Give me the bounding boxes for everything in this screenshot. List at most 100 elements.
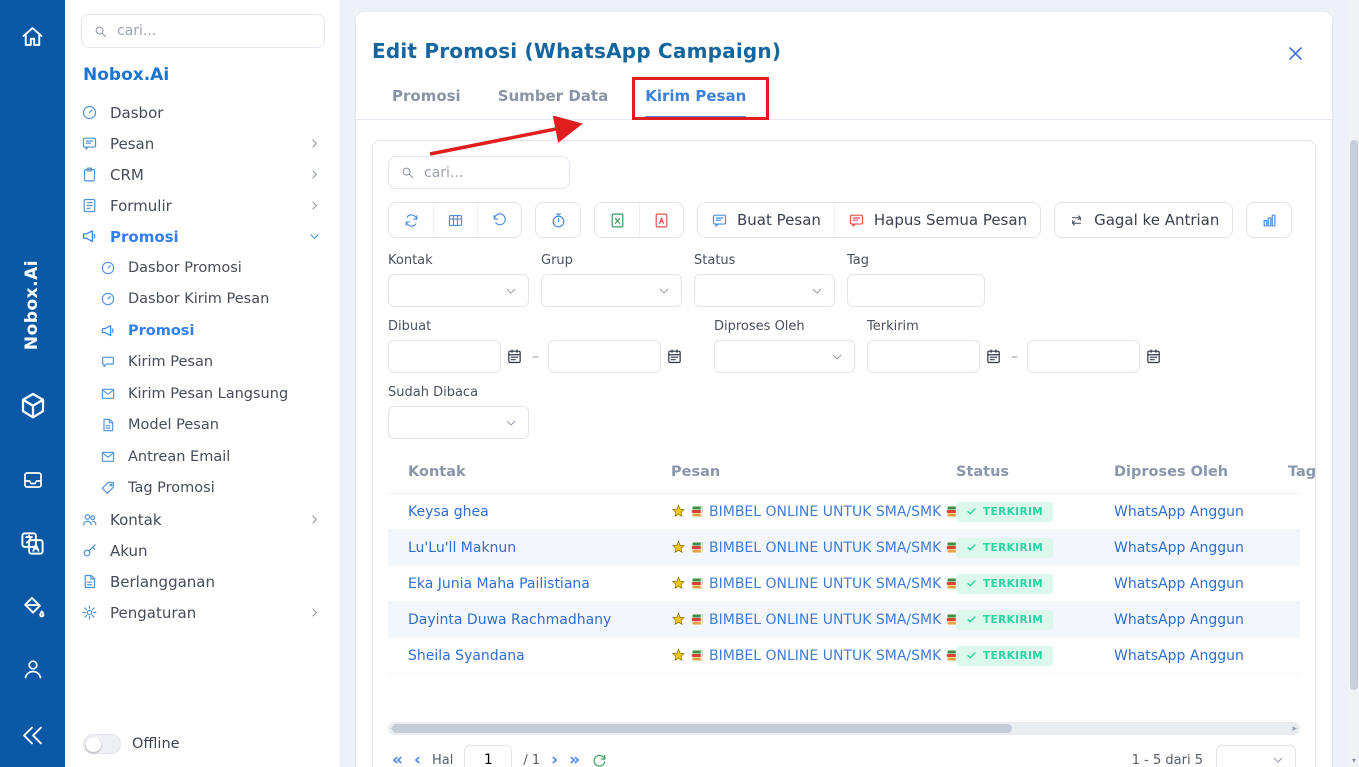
export-excel-button[interactable]	[595, 203, 639, 237]
processed-by-link[interactable]: WhatsApp Anggun	[1114, 576, 1288, 592]
tab-kirim-pesan[interactable]: Kirim Pesan	[645, 87, 746, 119]
next-page-button[interactable]: ›	[551, 752, 558, 767]
horizontal-scrollbar-thumb[interactable]	[392, 724, 1012, 733]
scheduler-button[interactable]	[536, 203, 580, 237]
message-cell[interactable]: BIMBEL ONLINE UNTUK SMA/SMK...	[671, 612, 956, 628]
key-icon	[81, 542, 98, 559]
column-header: Tag	[1288, 464, 1316, 480]
sidebar-item-pesan[interactable]: Pesan	[81, 128, 325, 159]
vertical-scrollbar-thumb[interactable]	[1350, 140, 1358, 690]
filter-tag-input[interactable]	[847, 274, 985, 307]
gagal-ke-antrian-button[interactable]: Gagal ke Antrian	[1055, 203, 1232, 237]
table-row[interactable]: Lu'Lu'll MaknunBIMBEL ONLINE UNTUK SMA/S…	[388, 530, 1300, 566]
sidebar-item-crm[interactable]: CRM	[81, 159, 325, 190]
filter-sudah-dibaca-select[interactable]	[388, 406, 529, 439]
columns-button[interactable]	[433, 203, 477, 237]
scroll-right-arrow[interactable]: ▸	[1292, 722, 1297, 735]
message-cell[interactable]: BIMBEL ONLINE UNTUK SMA/SMK...	[671, 504, 956, 520]
submenu-item-dasbor-kirim-pesan[interactable]: Dasbor Kirim Pesan	[81, 284, 325, 316]
page-number-input[interactable]	[464, 745, 512, 767]
reload-icon[interactable]	[591, 752, 608, 767]
nobox-logo-icon	[0, 390, 65, 422]
table-search-input[interactable]	[424, 165, 558, 181]
last-page-button[interactable]: »	[569, 752, 580, 767]
first-page-button[interactable]: «	[392, 752, 403, 767]
paint-bucket-icon[interactable]	[0, 594, 65, 621]
hapus-semua-pesan-button[interactable]: Hapus Semua Pesan	[834, 203, 1040, 237]
terkirim-from-input[interactable]	[867, 340, 980, 373]
table-row[interactable]: Dayinta Duwa RachmadhanyBIMBEL ONLINE UN…	[388, 602, 1300, 638]
submenu-item-tag-promosi[interactable]: Tag Promosi	[81, 473, 325, 505]
sidebar-item-dasbor[interactable]: Dasbor	[81, 97, 325, 128]
status-badge: TERKIRIM	[956, 610, 1053, 630]
message-cell[interactable]: BIMBEL ONLINE UNTUK SMA/SMK...	[671, 648, 956, 664]
column-header: Status	[956, 464, 1114, 480]
processed-by-link[interactable]: WhatsApp Anggun	[1114, 612, 1288, 628]
hapus-semua-label: Hapus Semua Pesan	[874, 211, 1027, 229]
horizontal-scrollbar[interactable]: ◂ ▸	[388, 722, 1300, 735]
reset-button[interactable]	[477, 203, 521, 237]
offline-toggle[interactable]	[83, 734, 121, 754]
submenu-item-antrean-email[interactable]: Antrean Email	[81, 441, 325, 473]
refresh-button[interactable]	[389, 203, 433, 237]
doc-icon	[81, 573, 98, 590]
submenu-item-model-pesan[interactable]: Model Pesan	[81, 410, 325, 442]
sidebar-item-formulir[interactable]: Formulir	[81, 190, 325, 221]
processed-by-link[interactable]: WhatsApp Anggun	[1114, 648, 1288, 664]
sidebar-search[interactable]	[81, 14, 325, 48]
filter-grup-select[interactable]	[541, 274, 682, 307]
export-pdf-button[interactable]	[639, 203, 683, 237]
submenu-item-dasbor-promosi[interactable]: Dasbor Promosi	[81, 252, 325, 284]
table-row[interactable]: Keysa gheaBIMBEL ONLINE UNTUK SMA/SMK...…	[388, 494, 1300, 530]
sidebar-item-akun[interactable]: Akun	[81, 535, 325, 566]
message-cell[interactable]: BIMBEL ONLINE UNTUK SMA/SMK...	[671, 540, 956, 556]
inbox-icon[interactable]	[0, 468, 65, 492]
translate-icon[interactable]	[0, 530, 65, 557]
buat-pesan-button[interactable]: Buat Pesan	[698, 203, 834, 237]
dibuat-from-input[interactable]	[388, 340, 501, 373]
calendar-icon[interactable]	[506, 348, 523, 365]
terkirim-to-input[interactable]	[1027, 340, 1140, 373]
filter-status-select[interactable]	[694, 274, 835, 307]
contact-link[interactable]: Sheila Syandana	[408, 648, 671, 664]
submenu-item-kirim-pesan[interactable]: Kirim Pesan	[81, 347, 325, 379]
sidebar-search-input[interactable]	[117, 23, 313, 39]
brand-logo-text: Nobox.Ai	[83, 65, 325, 85]
submenu-item-kirim-pesan-langsung[interactable]: Kirim Pesan Langsung	[81, 378, 325, 410]
contact-link[interactable]: Keysa ghea	[408, 504, 671, 520]
sidebar-item-berlangganan[interactable]: Berlangganan	[81, 566, 325, 597]
filter-kontak-select[interactable]	[388, 274, 529, 307]
scroll-down-arrow[interactable]: ▾	[1349, 756, 1359, 765]
filter-diproses-oleh-select[interactable]	[714, 340, 855, 373]
statistics-button[interactable]	[1247, 203, 1291, 237]
sidebar-item-promosi[interactable]: Promosi	[81, 221, 325, 252]
vertical-scrollbar[interactable]: ▾	[1349, 0, 1359, 767]
contact-link[interactable]: Lu'Lu'll Maknun	[408, 540, 671, 556]
processed-by-link[interactable]: WhatsApp Anggun	[1114, 540, 1288, 556]
prev-page-button[interactable]: ‹	[414, 752, 421, 767]
filter-label-status: Status	[694, 253, 835, 268]
home-icon[interactable]	[0, 23, 65, 50]
collapse-sidebar-icon[interactable]	[0, 722, 65, 749]
close-icon[interactable]	[1286, 44, 1305, 63]
tab-sumber-data[interactable]: Sumber Data	[498, 87, 609, 119]
table-row[interactable]: Eka Junia Maha PailistianaBIMBEL ONLINE …	[388, 566, 1300, 602]
sidebar-item-kontak[interactable]: Kontak	[81, 504, 325, 535]
calendar-icon[interactable]	[985, 348, 1002, 365]
page-size-select[interactable]	[1216, 745, 1296, 767]
table-row[interactable]: Sheila SyandanaBIMBEL ONLINE UNTUK SMA/S…	[388, 638, 1300, 674]
calendar-icon[interactable]	[666, 348, 683, 365]
user-icon[interactable]	[0, 657, 65, 681]
message-cell[interactable]: BIMBEL ONLINE UNTUK SMA/SMK...	[671, 576, 956, 592]
contact-link[interactable]: Eka Junia Maha Pailistiana	[408, 576, 671, 592]
submenu-item-promosi[interactable]: Promosi	[81, 315, 325, 347]
processed-by-link[interactable]: WhatsApp Anggun	[1114, 504, 1288, 520]
chevron-down-icon	[657, 284, 671, 298]
dibuat-to-input[interactable]	[548, 340, 661, 373]
table-search[interactable]	[388, 156, 570, 189]
contact-link[interactable]: Dayinta Duwa Rachmadhany	[408, 612, 671, 628]
tab-promosi[interactable]: Promosi	[392, 87, 461, 119]
sidebar-item-pengaturan[interactable]: Pengaturan	[81, 597, 325, 628]
calendar-icon[interactable]	[1145, 348, 1162, 365]
chevron-down-icon	[810, 284, 824, 298]
